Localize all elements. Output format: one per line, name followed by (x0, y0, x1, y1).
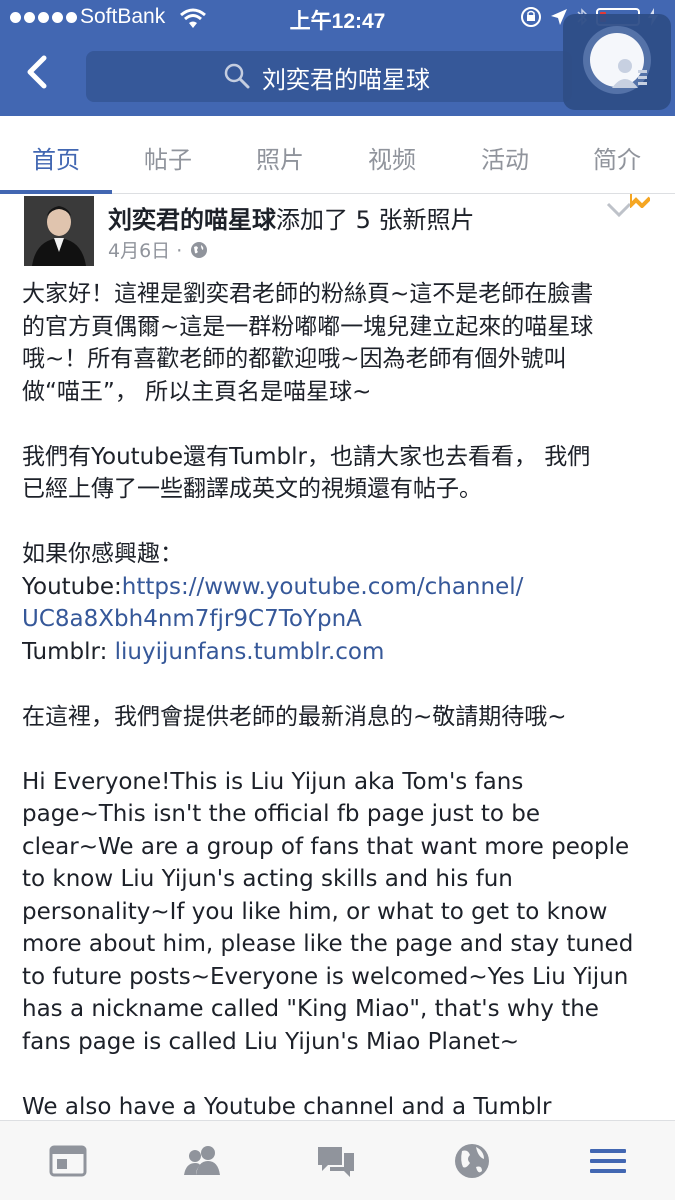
post-text-segment: fans page is called Liu Yijun's Miao Pla… (22, 1028, 520, 1055)
post-text-segment: 做“喵王”， 所以主頁名是喵星球~ (22, 378, 372, 405)
search-bar[interactable]: 刘奕君的喵星球 (86, 51, 572, 102)
post-text-segment: page~This isn't the official fb page jus… (22, 801, 541, 827)
post-text-segment: to future posts~Everyone is welcomed~Yes… (22, 963, 629, 990)
tab-photos[interactable]: 照片 (256, 140, 304, 175)
chevron-down-icon[interactable] (606, 202, 632, 218)
post-text-line: 哦~！所有喜歡老師的都歡迎哦~因為老師有個外號叫 (22, 343, 658, 376)
avatar-portrait-image (24, 196, 94, 266)
tab-posts[interactable]: 帖子 (144, 140, 192, 175)
post-link[interactable]: liuyijunfans.tumblr.com (115, 639, 385, 665)
tab-events[interactable]: 活动 (481, 140, 529, 175)
page-avatar[interactable] (24, 196, 94, 266)
post-text-segment: more about him, please like the page and… (22, 931, 634, 957)
post-text-line: 大家好！這裡是劉奕君老師的粉絲頁~這不是老師在臉書 (22, 278, 658, 311)
post-text-line: 的官方頁偶爾~這是一群粉嘟嘟一塊兒建立起來的喵星球 (22, 311, 658, 344)
post-date[interactable]: 4月6日 · (108, 236, 182, 263)
news-feed-icon[interactable] (48, 1141, 88, 1181)
post-text-segment: personality~If you like him, or what to … (22, 898, 608, 925)
post-action: 添加了 5 张新照片 (276, 206, 475, 234)
post-text-segment: 哦~！所有喜歡老師的都歡迎哦~因為老師有個外號叫 (22, 346, 567, 372)
globe-notifications-icon[interactable] (452, 1141, 492, 1181)
bottom-navigation (0, 1120, 675, 1200)
post-text-line: 我們有Youtube還有Tumblr，也請大家也去看看， 我們 (22, 441, 658, 474)
post-author-name[interactable]: 刘奕君的喵星球 (108, 206, 276, 234)
globe-icon (191, 241, 208, 258)
messages-icon[interactable] (316, 1141, 356, 1181)
post-text-segment: 如果你感興趣： (22, 541, 183, 567)
post-text-segment: 我們有Youtube還有Tumblr，也請大家也去看看， 我們 (22, 443, 591, 470)
page-tabs: 首页 帖子 照片 视频 活动 简介 (0, 116, 675, 194)
search-query: 刘奕君的喵星球 (262, 66, 430, 94)
post-text-line: more about him, please like the page and… (22, 928, 658, 961)
post-text-line: UC8a8Xbh4nm7fjr9C7ToYpnA (22, 603, 658, 636)
post-link[interactable]: UC8a8Xbh4nm7fjr9C7ToYpnA (22, 606, 362, 632)
post-text-segment: to know Liu Yijun's acting skills and hi… (22, 866, 513, 892)
tab-about[interactable]: 简介 (593, 140, 641, 175)
post-text-line: fans page is called Liu Yijun's Miao Pla… (22, 1026, 658, 1059)
tab-videos[interactable]: 视频 (368, 140, 416, 175)
post-text-line: 在這裡，我們會提供老師的最新消息的~敬請期待哦~ (22, 701, 658, 734)
post-text-segment: 已經上傳了一些翻譯成英文的視頻還有帖子。 (22, 476, 482, 502)
app-header: SoftBank 上午12:47 刘奕君的喵星球 (0, 0, 675, 116)
menu-icon[interactable] (588, 1141, 628, 1181)
post-link[interactable]: https://www.youtube.com/channel/ (122, 574, 524, 600)
post-author-line: 刘奕君的喵星球添加了 5 张新照片 (108, 200, 475, 235)
post-text-line: to know Liu Yijun's acting skills and hi… (22, 863, 658, 896)
chevron-left-icon (27, 55, 47, 89)
post-text-segment: Tumblr: (22, 638, 115, 665)
post-text-line: has a nickname called "King Miao", that'… (22, 993, 658, 1026)
post-text-line: to future posts~Everyone is welcomed~Yes… (22, 961, 658, 994)
post-text-segment: 在這裡，我們會提供老師的最新消息的~敬請期待哦~ (22, 703, 567, 730)
friends-icon[interactable] (182, 1141, 222, 1181)
post-text-line: 做“喵王”， 所以主頁名是喵星球~ (22, 376, 658, 409)
post-text-segment: Hi Everyone!This is Liu Yijun aka Tom's … (22, 768, 524, 795)
post-text-segment: 的官方頁偶爾~這是一群粉嘟嘟一塊兒建立起來的喵星球 (22, 313, 594, 340)
post-text-line: 已經上傳了一些翻譯成英文的視頻還有帖子。 (22, 473, 658, 506)
post-text-segment: clear~We are a group of fans that want m… (22, 833, 630, 860)
profile-icon (612, 59, 647, 88)
back-button[interactable] (22, 52, 62, 96)
tab-home[interactable]: 首页 (32, 140, 80, 175)
post-meta: 4月6日 · (108, 236, 208, 263)
post-text-segment: 大家好！這裡是劉奕君老師的粉絲頁~這不是老師在臉書 (22, 281, 594, 307)
post-text-segment: We also have a Youtube channel and a Tum… (22, 1093, 552, 1120)
orientation-lock-icon (521, 7, 541, 27)
bookmark-flag-icon (630, 194, 650, 208)
post-text-line: Youtube:https://www.youtube.com/channel/ (22, 571, 658, 604)
post-text-line: 如果你感興趣： (22, 538, 658, 571)
post-text-line: clear~We are a group of fans that want m… (22, 831, 658, 864)
post-text-line: page~This isn't the official fb page jus… (22, 798, 658, 831)
post-text-line: Tumblr: liuyijunfans.tumblr.com (22, 636, 658, 669)
post-text-line: We also have a Youtube channel and a Tum… (22, 1091, 658, 1121)
assistive-touch-button[interactable] (563, 14, 671, 110)
post-text: 大家好！這裡是劉奕君老師的粉絲頁~這不是老師在臉書 的官方頁偶爾~這是一群粉嘟嘟一… (22, 278, 658, 1120)
post-text-segment: Youtube: (22, 573, 122, 600)
post-text-line: Hi Everyone!This is Liu Yijun aka Tom's … (22, 766, 658, 799)
post-text-line: personality~If you like him, or what to … (22, 896, 658, 929)
post-text-segment: has a nickname called "King Miao", that'… (22, 996, 599, 1022)
search-icon (224, 63, 250, 89)
post-header: 刘奕君的喵星球添加了 5 张新照片 4月6日 · (0, 194, 675, 266)
